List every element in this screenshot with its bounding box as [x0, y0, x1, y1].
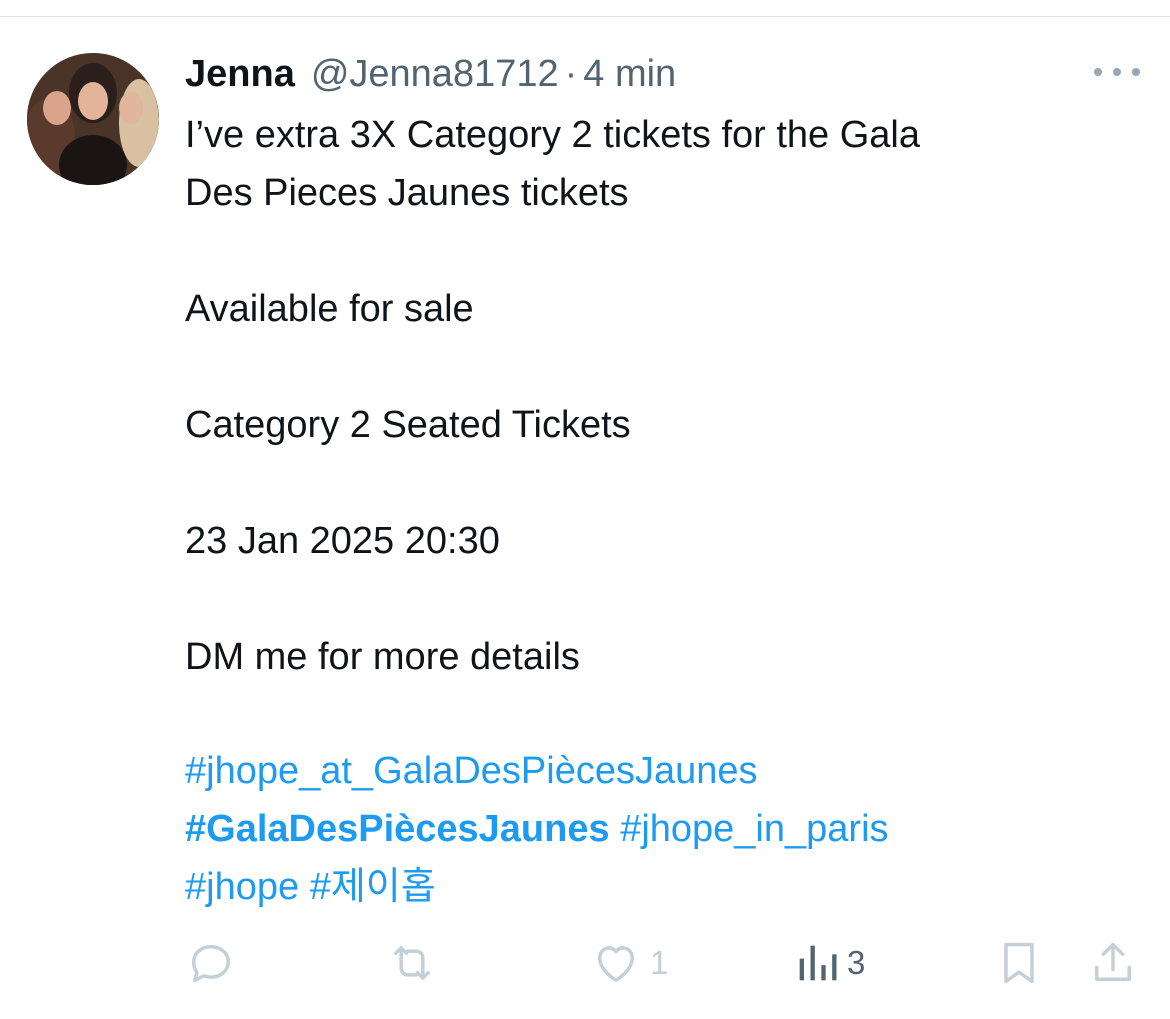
tweet-line: Available for sale — [185, 288, 474, 330]
hashtag-link[interactable]: #jhope_at_GalaDesPiècesJaunes — [185, 750, 758, 792]
hashtag-link[interactable]: #jhope_in_paris — [620, 808, 888, 850]
hashtag-link[interactable]: #GalaDesPiècesJaunes — [185, 808, 610, 850]
hashtag-link[interactable]: #jhope — [185, 866, 299, 908]
avatar-photo — [27, 53, 159, 185]
hashtag-block: #jhope_at_GalaDesPiècesJaunes #GalaDesPi… — [185, 742, 1135, 916]
share-button[interactable] — [1087, 933, 1139, 993]
user-handle[interactable]: @Jenna81712 — [311, 50, 559, 98]
retweet-button[interactable] — [385, 933, 439, 993]
action-bar: 1 3 — [185, 933, 1145, 993]
timestamp[interactable]: 4 min — [583, 50, 676, 98]
bookmark-icon — [1004, 942, 1034, 984]
bookmark-button[interactable] — [993, 933, 1045, 993]
tweet-card: Jenna @Jenna81712 · 4 min I’ve extra 3X … — [0, 0, 1170, 1019]
retweet-icon — [394, 946, 430, 980]
views-count: 3 — [847, 944, 866, 981]
more-dot — [1132, 68, 1140, 76]
views-icon — [799, 945, 837, 981]
share-icon — [1095, 942, 1131, 981]
avatar[interactable] — [27, 53, 159, 185]
like-button[interactable]: 1 — [590, 933, 668, 993]
tweet-line: Des Pieces Jaunes tickets — [185, 172, 629, 214]
reply-icon — [191, 945, 231, 983]
heart-icon — [598, 946, 634, 983]
more-options-icon[interactable] — [1094, 60, 1140, 84]
tweet-text: I’ve extra 3X Category 2 tickets for the… — [185, 106, 1135, 686]
more-dot — [1113, 68, 1121, 76]
tweet-line: I’ve extra 3X Category 2 tickets for the… — [185, 114, 921, 156]
tweet-line: 23 Jan 2025 20:30 — [185, 520, 500, 562]
like-count: 1 — [650, 944, 669, 981]
tweet-header: Jenna @Jenna81712 · 4 min — [185, 50, 676, 98]
hashtag-link[interactable]: #제이홉 — [310, 866, 436, 908]
display-name[interactable]: Jenna — [185, 50, 295, 98]
views-button[interactable]: 3 — [795, 933, 865, 993]
tweet-line: Category 2 Seated Tickets — [185, 404, 631, 446]
reply-button[interactable] — [185, 933, 237, 993]
tweet-line: DM me for more details — [185, 636, 580, 678]
separator-dot: · — [564, 53, 578, 95]
more-dot — [1094, 68, 1102, 76]
top-divider — [0, 16, 1170, 17]
